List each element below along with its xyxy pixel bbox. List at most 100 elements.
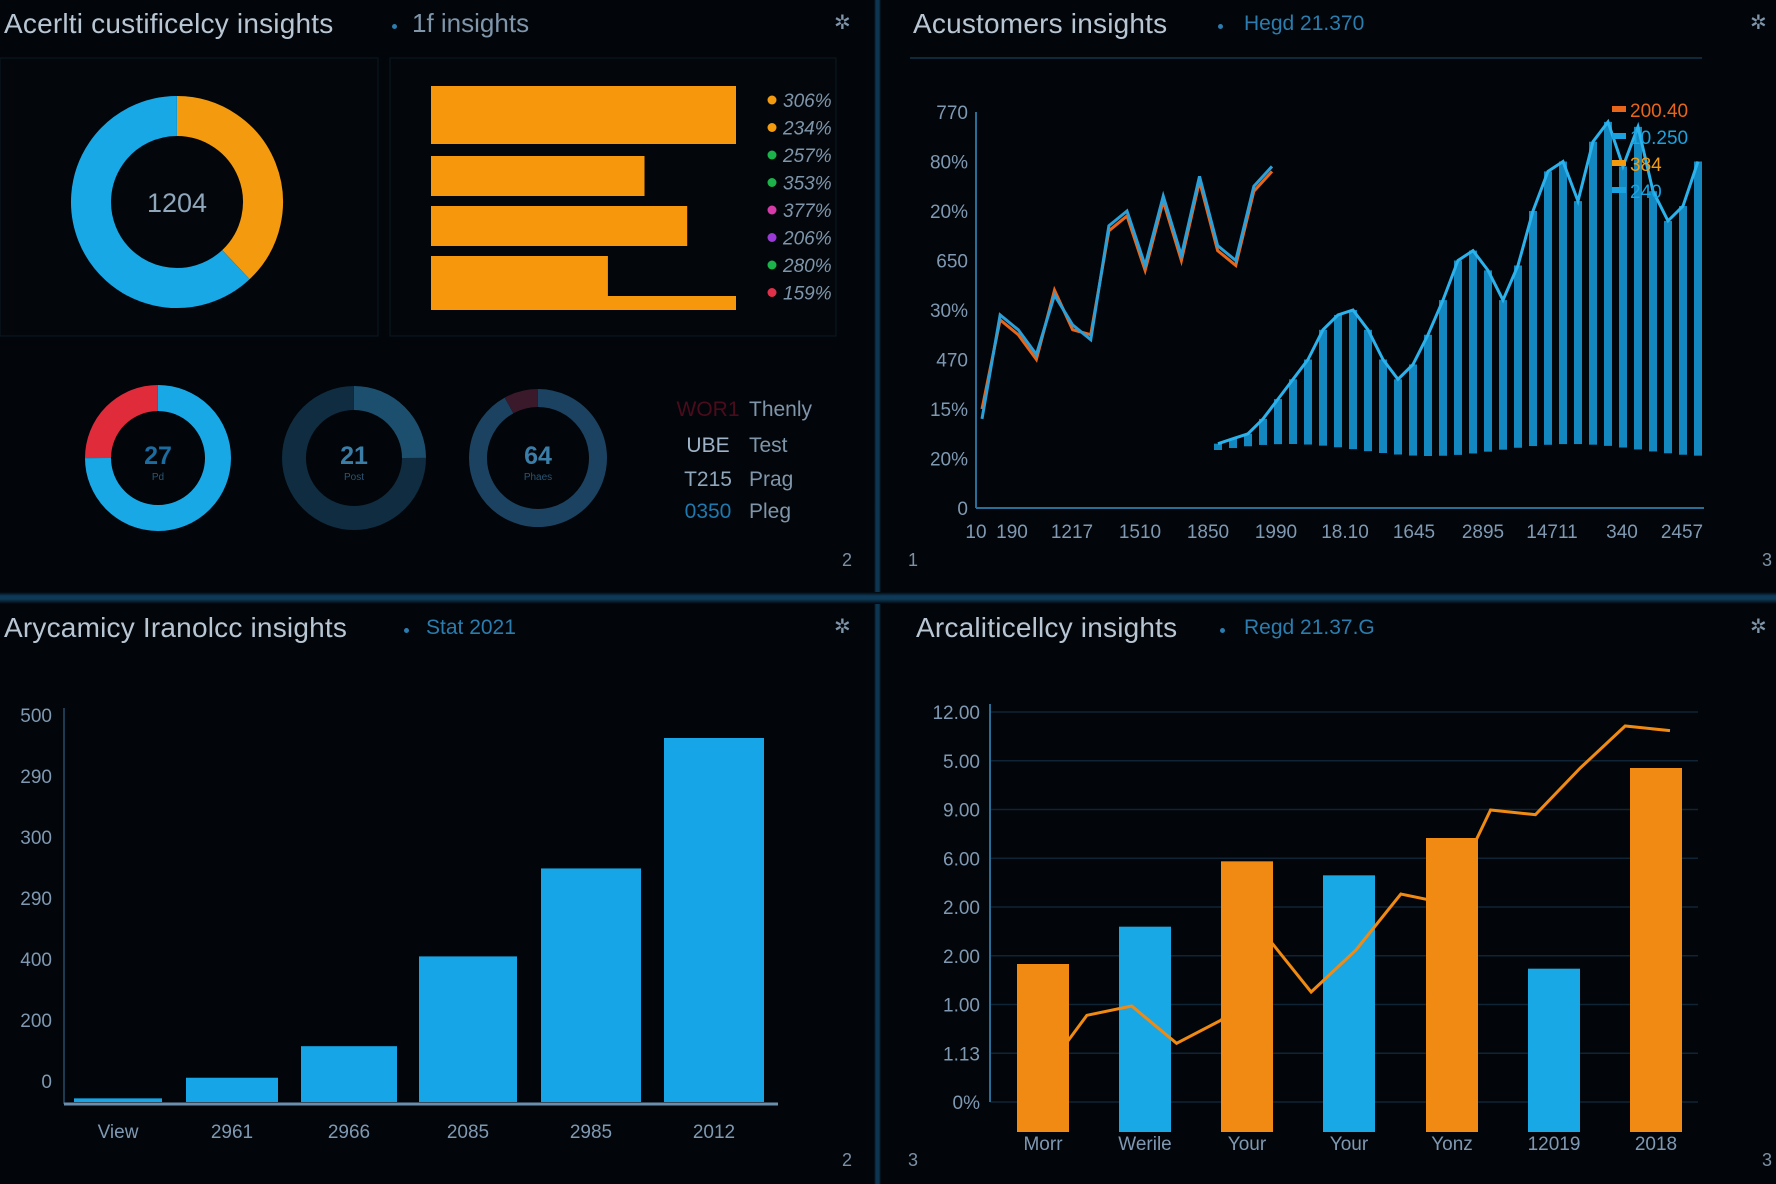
x-tick-label: 190 [996, 522, 1028, 543]
x-tick-label: 1217 [1051, 522, 1093, 543]
panel-top-left: Acerlti custificelcy insights 1f insight… [0, 0, 870, 592]
table-cell-code: T215 [684, 468, 732, 491]
x-tick-label: 2085 [447, 1122, 489, 1143]
bar-mark [1679, 206, 1687, 455]
x-tick-label: 2895 [1462, 522, 1504, 543]
legend-swatch [1612, 106, 1626, 112]
y-tick-label: 20% [930, 450, 968, 471]
legend-swatch [1612, 187, 1626, 193]
bar-4 [1426, 838, 1478, 1132]
gauge-value: 64 [524, 442, 552, 470]
bar-mark [1604, 121, 1612, 446]
x-tick-label: 1645 [1393, 522, 1435, 543]
table-cell-code: WOR1 [677, 398, 740, 421]
bar-2961 [186, 1077, 278, 1102]
y-tick-label: 200 [20, 1011, 52, 1032]
bar-mark [1469, 250, 1477, 454]
legend-dot [767, 150, 777, 160]
x-tick-label: 18.10 [1321, 522, 1369, 543]
bar-mark [1559, 161, 1567, 445]
legend-dot [767, 260, 777, 270]
bar-mark [1649, 191, 1657, 452]
legend-label: 306% [783, 91, 832, 112]
bar-mark [1304, 359, 1312, 445]
legend-label: 384 [1630, 155, 1662, 176]
bar-5 [1528, 968, 1580, 1132]
legend-label: 280% [782, 256, 832, 277]
table-cell-label: Test [749, 434, 788, 457]
y-tick-label: 2.00 [943, 898, 980, 919]
bar-2 [1221, 861, 1273, 1132]
legend-label: 206% [782, 229, 832, 250]
table-cell-code: UBE [686, 434, 729, 457]
line-series-200.40 [980, 170, 1274, 410]
y-tick-label: 15% [930, 400, 968, 421]
bar-mark [1619, 166, 1627, 448]
bar-mark [1364, 329, 1372, 452]
legend-swatch [1612, 133, 1626, 139]
x-tick-label: Your [1330, 1134, 1369, 1155]
bar-2966 [301, 1046, 397, 1102]
y-tick-label: 500 [20, 706, 52, 727]
table-cell-label: Prag [749, 468, 793, 491]
panel-top-right: Acustomers insights Hegd 21.370 ✲ 1 3 77… [890, 0, 1776, 592]
y-tick-label: 0 [41, 1072, 52, 1093]
hbar-a [431, 86, 736, 144]
y-tick-label: 20% [930, 202, 968, 223]
legend-label: 353% [783, 174, 832, 195]
bar-mark [1439, 300, 1447, 456]
hbar-e [431, 296, 736, 310]
y-tick-label: 1.13 [943, 1044, 980, 1065]
x-tick-label: 1990 [1255, 522, 1297, 543]
y-tick-label: 400 [20, 950, 52, 971]
x-tick-label: 1850 [1187, 522, 1229, 543]
bar-2085 [419, 956, 517, 1102]
x-tick-label: 2457 [1661, 522, 1703, 543]
bar-mark [1394, 379, 1402, 455]
legend-swatch [1612, 160, 1626, 166]
gauge-value: 27 [144, 442, 172, 470]
bar-mark [1664, 220, 1672, 454]
bar-mark [1589, 141, 1597, 445]
bar-mark [1334, 314, 1342, 448]
bar-mark [1289, 379, 1297, 445]
x-tick-label: 2966 [328, 1122, 370, 1143]
x-tick-label: 2018 [1635, 1134, 1677, 1155]
y-tick-label: 2.00 [943, 947, 980, 968]
bar-6 [1630, 768, 1682, 1132]
bar-mark [1529, 211, 1537, 447]
y-tick-label: 770 [936, 103, 968, 124]
panel-bottom-left: Arycamicy Iranolcc insights Stat 2021 ✲ … [0, 604, 870, 1184]
line-series-10.250 [980, 165, 1274, 420]
x-tick-label: Werile [1118, 1134, 1172, 1155]
y-tick-label: 0 [957, 499, 968, 520]
bar-mark [1319, 329, 1327, 446]
x-tick-label: 14711 [1526, 522, 1577, 543]
x-tick-label: View [98, 1122, 139, 1143]
bar-View [74, 1098, 162, 1102]
bar-mark [1514, 265, 1522, 448]
legend-label: 200.40 [1630, 101, 1688, 122]
y-tick-label: 650 [936, 252, 968, 273]
y-tick-label: 80% [930, 153, 968, 174]
bar-mark [1454, 260, 1462, 455]
panel-bottom-right: Arcaliticellcy insights Regd 21.37.G ✲ 3… [890, 604, 1776, 1184]
legend-dot [767, 95, 777, 105]
x-tick-label: Morr [1023, 1134, 1063, 1155]
table-cell-label: Thenly [749, 398, 813, 421]
legend-dot [767, 123, 777, 132]
y-tick-label: 9.00 [943, 801, 980, 822]
legend-dot [767, 288, 777, 297]
x-tick-label: 2961 [211, 1122, 253, 1143]
x-tick-label: Yonz [1431, 1134, 1473, 1155]
legend-label: 377% [783, 201, 832, 222]
y-tick-label: 6.00 [943, 849, 980, 870]
y-tick-label: 30% [930, 301, 968, 322]
x-tick-label: 1510 [1119, 522, 1161, 543]
bar-mark [1409, 364, 1417, 456]
x-tick-label: 10 [965, 522, 986, 543]
top-right-chart: 770 80% 20% 650 30% 470 15% 20% 010 190 1217 1510 18… [910, 57, 1704, 543]
y-tick-label: 290 [20, 889, 52, 910]
y-tick-label: 12.00 [932, 703, 980, 724]
legend-dot [767, 205, 777, 215]
